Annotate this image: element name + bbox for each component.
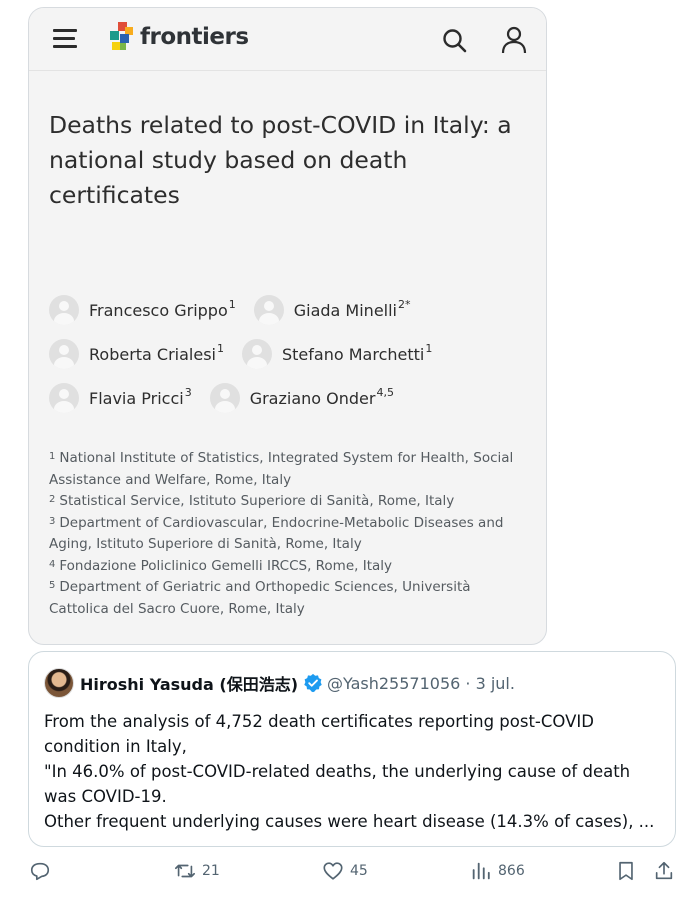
analytics-icon — [472, 862, 490, 880]
affiliation-item: 4 Fondazione Policlinico Gemelli IRCCS, R… — [49, 557, 393, 574]
tweet-action-bar: 21 45 866 — [0, 860, 686, 896]
author-avatar-icon — [242, 339, 272, 369]
tweet-handle-date[interactable]: @Yash25571056 · 3 jul. — [327, 674, 515, 693]
author-avatar-icon — [253, 295, 284, 325]
tweet-text-line: condition in Italy, — [44, 737, 187, 756]
author-avatar-icon — [49, 383, 79, 413]
share-button[interactable] — [653, 860, 675, 882]
frontiers-brand: frontiers — [140, 24, 249, 50]
reply-button[interactable] — [29, 860, 51, 882]
heart-icon — [323, 862, 343, 880]
author-item: Roberta Crialesi1 — [49, 339, 224, 369]
verified-badge-icon — [304, 673, 322, 693]
reply-icon — [30, 862, 50, 881]
views-button[interactable]: 866 — [470, 860, 525, 882]
like-button[interactable]: 45 — [322, 860, 368, 882]
retweet-icon — [175, 864, 195, 878]
article-preview-card[interactable]: frontiers Deaths related to post-COVID i… — [28, 7, 547, 645]
tweet-text-line: Other frequent underlying causes were he… — [44, 812, 655, 831]
author-name: Francesco Grippo1 — [89, 297, 236, 320]
search-icon[interactable] — [442, 28, 468, 54]
author-list: Francesco Grippo1 Giada Minelli2* Robert… — [49, 288, 529, 420]
affiliation-item: 5 Department of Geriatric and Orthopedic … — [49, 579, 471, 617]
user-icon[interactable] — [501, 26, 527, 54]
article-title-line: national study based on death — [49, 146, 408, 174]
article-title-line: certificates — [49, 181, 180, 209]
author-row: Flavia Pricci3 Graziano Onder4,5 — [49, 376, 529, 420]
author-row: Roberta Crialesi1 Stefano Marchetti1 — [49, 332, 529, 376]
tweet-text-line: "In 46.0% of post-COVID-related deaths, … — [44, 762, 631, 781]
article-title: Deaths related to post-COVID in Italy: a… — [49, 108, 529, 213]
author-item: Stefano Marchetti1 — [242, 339, 432, 369]
tweet-display-name[interactable]: Hiroshi Yasuda (保田浩志) — [80, 671, 298, 695]
author-item: Francesco Grippo1 — [49, 295, 236, 325]
affiliation-item: 1 National Institute of Statistics, Integ… — [49, 450, 514, 488]
hamburger-menu-icon[interactable] — [53, 29, 77, 49]
author-avatar-icon — [49, 339, 79, 369]
author-name: Roberta Crialesi1 — [89, 341, 224, 364]
frontiers-header: frontiers — [29, 8, 546, 71]
quoted-tweet-card[interactable]: Hiroshi Yasuda (保田浩志) @Yash25571056 · 3 … — [28, 651, 676, 847]
author-avatar-icon — [49, 295, 79, 325]
frontiers-logo-mark-icon — [110, 22, 133, 50]
view-count: 866 — [498, 863, 525, 879]
bookmark-button[interactable] — [615, 860, 637, 882]
retweet-button[interactable]: 21 — [174, 860, 220, 882]
author-name: Graziano Onder4,5 — [249, 385, 394, 408]
author-name: Giada Minelli2* — [293, 297, 411, 320]
share-icon — [655, 861, 673, 880]
author-avatar-icon — [209, 383, 240, 413]
author-item: Graziano Onder4,5 — [209, 383, 394, 413]
author-item: Flavia Pricci3 — [49, 383, 192, 413]
like-count: 45 — [350, 863, 368, 879]
user-avatar[interactable] — [44, 668, 74, 698]
affiliation-list: 1 National Institute of Statistics, Integ… — [49, 448, 529, 620]
author-name: Flavia Pricci3 — [89, 385, 192, 408]
author-item: Giada Minelli2* — [253, 295, 411, 325]
tweet-text-line: From the analysis of 4,752 death certifi… — [44, 712, 594, 731]
author-name: Stefano Marchetti1 — [282, 341, 433, 364]
retweet-count: 21 — [202, 863, 220, 879]
article-title-line: Deaths related to post-COVID in Italy: a — [49, 111, 512, 139]
tweet-header: Hiroshi Yasuda (保田浩志) @Yash25571056 · 3 … — [44, 668, 515, 698]
bookmark-icon — [619, 861, 633, 881]
affiliation-item: 3 Department of Cardiovascular, Endocrine… — [49, 514, 504, 553]
frontiers-logo[interactable]: frontiers — [109, 22, 249, 52]
tweet-text: From the analysis of 4,752 death certifi… — [44, 709, 664, 834]
tweet-text-line: was COVID-19. — [44, 787, 167, 806]
author-row: Francesco Grippo1 Giada Minelli2* — [49, 288, 529, 332]
affiliation-item: 2 Statistical Service, Istituto Superiore… — [49, 493, 455, 509]
